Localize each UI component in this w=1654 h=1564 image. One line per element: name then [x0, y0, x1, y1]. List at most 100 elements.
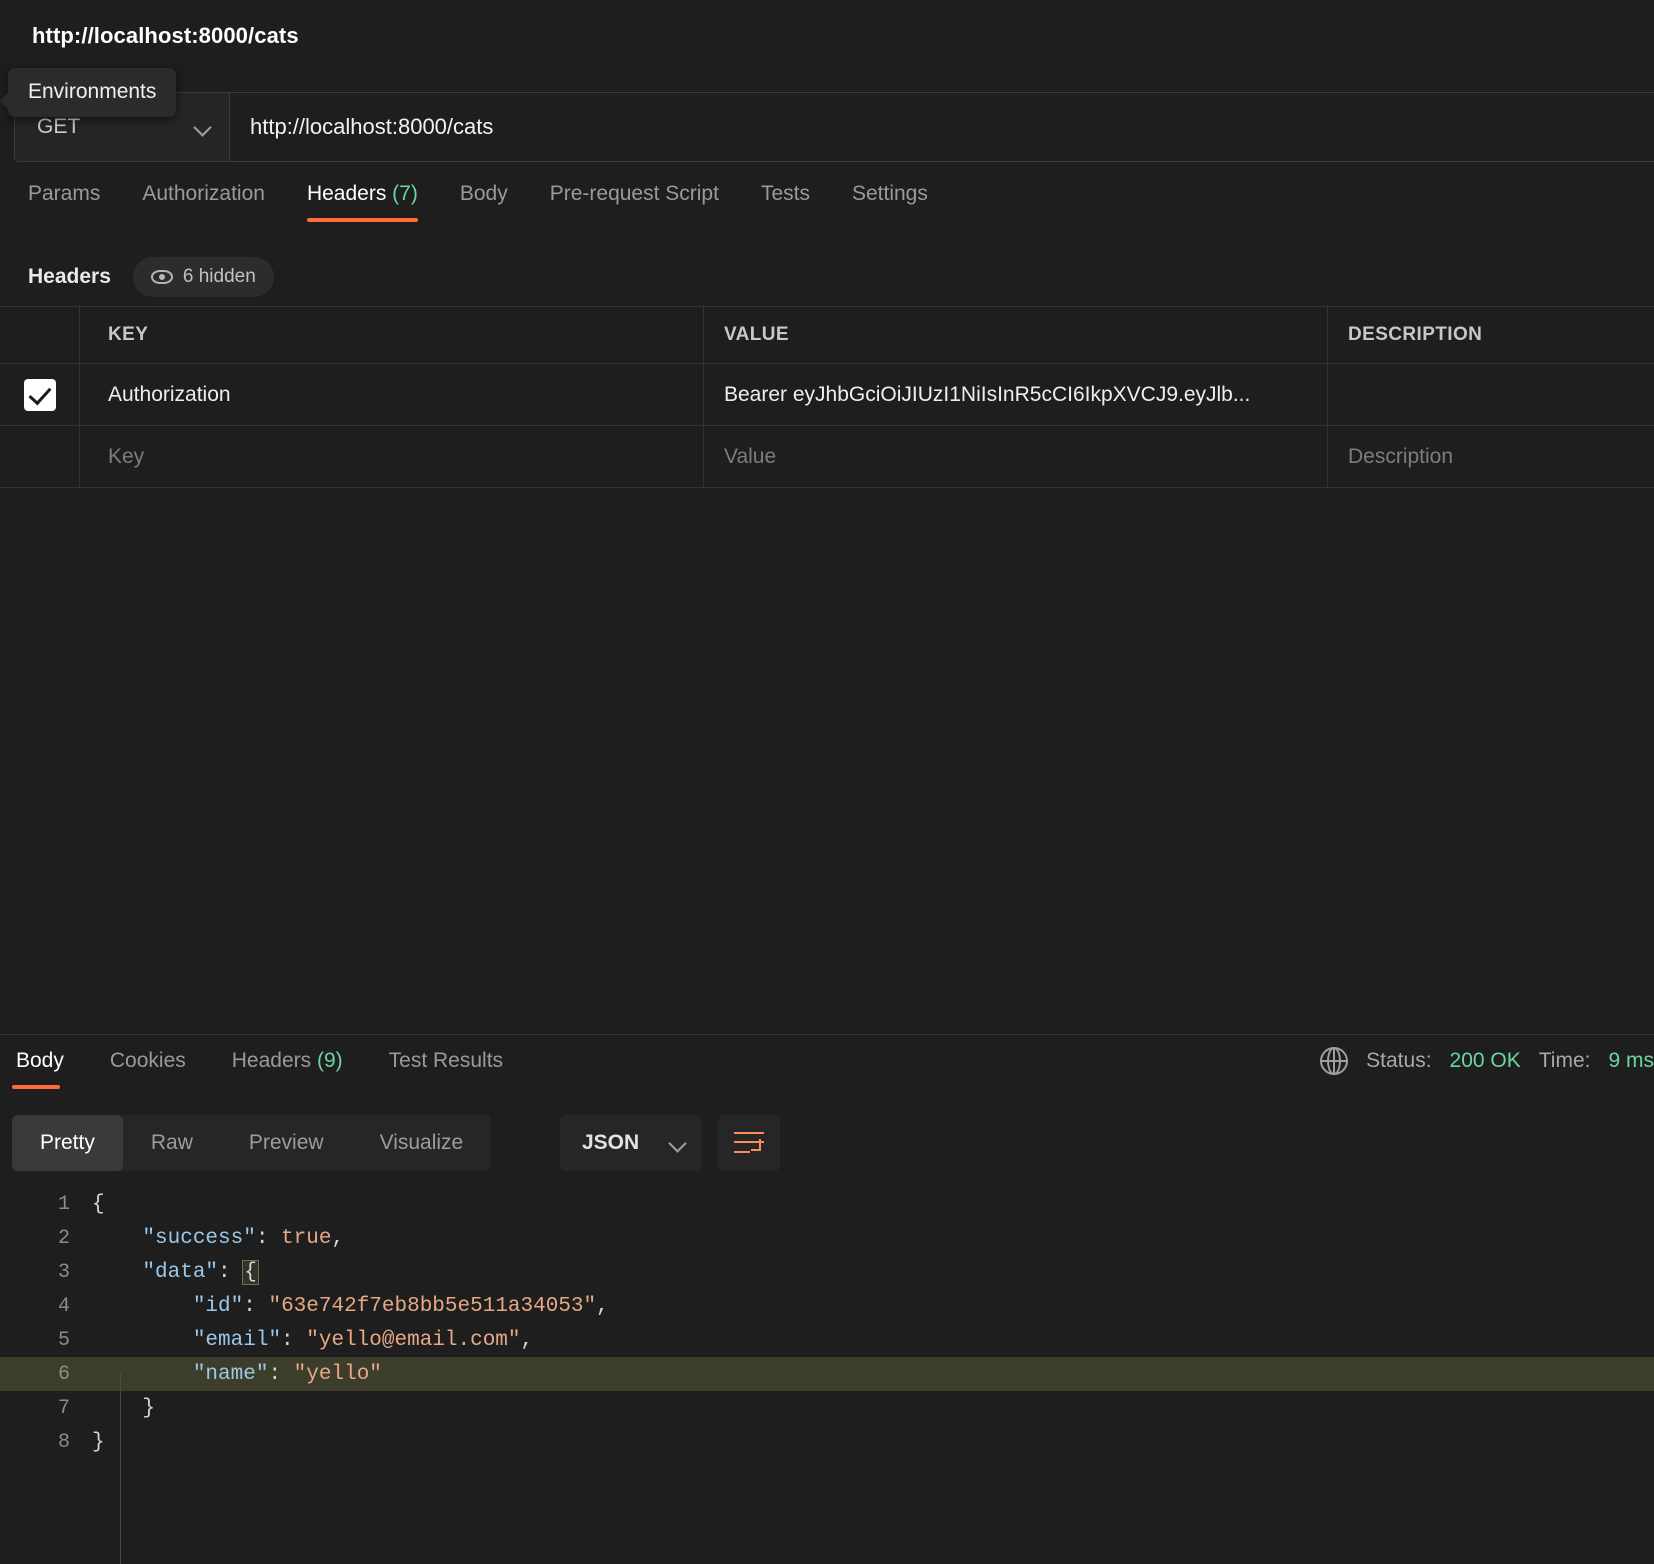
response-body-code[interactable]: 1 { 2 "success": true, 3 "data": { 4 "id…	[0, 1187, 1654, 1564]
line-number: 4	[57, 1294, 70, 1318]
line-number: 8	[57, 1430, 70, 1454]
response-tab-test-results[interactable]: Test Results	[385, 1035, 507, 1089]
line-number: 1	[57, 1192, 70, 1216]
view-mode-raw[interactable]: Raw	[123, 1115, 221, 1171]
row-value-cell[interactable]: Bearer eyJhbGciOiJIUzI1NiIsInR5cCI6IkpXV…	[704, 364, 1328, 425]
row-key-cell[interactable]: Authorization	[80, 364, 704, 425]
row-description-cell[interactable]	[1328, 364, 1654, 425]
format-selector[interactable]: JSON	[560, 1115, 702, 1171]
json-value-id: 63e742f7eb8bb5e511a34053	[281, 1294, 584, 1318]
line-number: 2	[57, 1226, 70, 1250]
code-line-text: "name": "yello"	[192, 1362, 382, 1386]
new-row-description-input[interactable]: Description	[1328, 426, 1654, 487]
tab-pre-request-script-label: Pre-request Script	[549, 182, 719, 205]
new-row-key-input[interactable]: Key	[80, 426, 704, 487]
page-caption: http://localhost:8000/cats	[0, 0, 1654, 72]
response-tab-body-label: Body	[16, 1049, 64, 1072]
code-line: 4 "id": "63e742f7eb8bb5e511a34053",	[0, 1289, 1654, 1323]
time-label: Time:	[1538, 1049, 1591, 1072]
header-cell-check	[0, 307, 80, 363]
view-mode-pretty-label: Pretty	[40, 1131, 95, 1154]
tab-pre-request-script[interactable]: Pre-request Script	[550, 182, 719, 222]
new-row-checkbox-cell	[0, 426, 80, 487]
tab-params-label: Params	[28, 182, 101, 205]
headers-section-title: Headers	[28, 265, 111, 288]
globe-icon	[1320, 1047, 1349, 1075]
row-value-value: Bearer eyJhbGciOiJIUzI1NiIsInR5cCI6IkpXV…	[724, 382, 1251, 406]
tab-tests[interactable]: Tests	[761, 182, 810, 222]
code-line: 5 "email": "yello@email.com",	[0, 1323, 1654, 1357]
new-row-value-input[interactable]: Value	[704, 426, 1328, 487]
table-row[interactable]: Authorization Bearer eyJhbGciOiJIUzI1NiI…	[0, 364, 1654, 426]
json-value-name: yello	[306, 1362, 370, 1386]
tab-settings-label: Settings	[851, 182, 928, 205]
status-badge: 200 OK	[1449, 1049, 1521, 1072]
column-header-description: DESCRIPTION	[1348, 324, 1483, 345]
headers-table: KEY VALUE DESCRIPTION Authorization Bear…	[0, 306, 1654, 488]
checkbox-checked-icon[interactable]	[23, 378, 56, 411]
chevron-down-icon	[195, 119, 211, 135]
tab-tests-label: Tests	[760, 182, 810, 205]
code-line-text: {	[92, 1192, 105, 1216]
chevron-down-icon	[670, 1135, 686, 1151]
environments-tooltip: Environments	[0, 68, 177, 117]
request-url-bar: GET http://localhost:8000/cats	[0, 72, 1654, 182]
view-mode-switcher: Pretty Raw Preview Visualize	[12, 1115, 492, 1171]
code-line-text: }	[92, 1430, 105, 1454]
code-line-text: "success": true,	[142, 1226, 345, 1250]
response-tab-body[interactable]: Body	[12, 1035, 68, 1089]
line-number: 6	[57, 1362, 70, 1386]
code-line-text: "data": {	[142, 1259, 259, 1285]
code-line: 2 "success": true,	[0, 1221, 1654, 1255]
row-checkbox-cell[interactable]	[0, 364, 80, 425]
response-format-toolbar: Pretty Raw Preview Visualize JSON	[0, 1105, 1654, 1177]
code-line: 1 {	[0, 1187, 1654, 1221]
new-row-key-placeholder: Key	[108, 444, 145, 468]
eye-icon	[150, 270, 173, 284]
response-tab-cookies-label: Cookies	[109, 1049, 186, 1072]
tab-body-label: Body	[459, 182, 508, 205]
view-mode-pretty[interactable]: Pretty	[12, 1115, 123, 1171]
url-input[interactable]: http://localhost:8000/cats	[230, 92, 1654, 162]
view-mode-preview[interactable]: Preview	[221, 1115, 352, 1171]
request-tabs: Params Authorization Headers (7) Body Pr…	[0, 182, 1654, 244]
code-line-active: 6 "name": "yello"	[0, 1357, 1654, 1391]
url-input-value: http://localhost:8000/cats	[250, 114, 494, 139]
globe-oval	[1327, 1047, 1342, 1075]
line-number: 5	[57, 1328, 70, 1352]
hidden-headers-toggle[interactable]: 6 hidden	[132, 257, 274, 297]
json-key-data: "data"	[142, 1260, 219, 1284]
wrap-lines-button[interactable]	[718, 1115, 780, 1171]
response-status-group: Status: 200 OK Time: 9 ms	[1320, 1047, 1654, 1075]
view-mode-visualize[interactable]: Visualize	[352, 1115, 492, 1171]
table-new-row[interactable]: Key Value Description	[0, 426, 1654, 488]
response-tab-test-results-label: Test Results	[388, 1049, 504, 1072]
tab-headers-count: (7)	[392, 182, 418, 205]
headers-subbar: Headers 6 hidden	[0, 248, 1654, 306]
tab-authorization[interactable]: Authorization	[142, 182, 265, 222]
method-label: GET	[37, 115, 81, 138]
code-line: 8 }	[0, 1425, 1654, 1459]
tab-headers[interactable]: Headers (7)	[306, 182, 418, 222]
tab-authorization-label: Authorization	[142, 182, 265, 205]
view-mode-visualize-label: Visualize	[379, 1131, 464, 1154]
view-mode-preview-label: Preview	[248, 1131, 324, 1154]
format-selector-label: JSON	[582, 1131, 640, 1154]
hidden-headers-label: 6 hidden	[182, 266, 256, 287]
tab-body[interactable]: Body	[460, 182, 508, 222]
code-line-text: }	[142, 1396, 156, 1420]
table-header-row: KEY VALUE DESCRIPTION	[0, 306, 1654, 364]
code-line-text: "id": "63e742f7eb8bb5e511a34053",	[192, 1294, 609, 1318]
tab-settings[interactable]: Settings	[852, 182, 928, 222]
response-tab-headers[interactable]: Headers (9)	[228, 1035, 347, 1089]
wrap-text-icon	[734, 1132, 764, 1154]
code-line: 3 "data": {	[0, 1255, 1654, 1289]
tab-params[interactable]: Params	[28, 182, 100, 222]
empty-workspace-area	[0, 490, 1654, 1034]
fold-marker[interactable]: {	[242, 1259, 259, 1285]
line-number: 7	[57, 1396, 70, 1420]
time-value: 9 ms	[1608, 1049, 1654, 1072]
json-value-email: yello@email.com	[318, 1328, 508, 1352]
response-tab-headers-count: (9)	[316, 1049, 343, 1072]
response-tab-cookies[interactable]: Cookies	[106, 1035, 190, 1089]
